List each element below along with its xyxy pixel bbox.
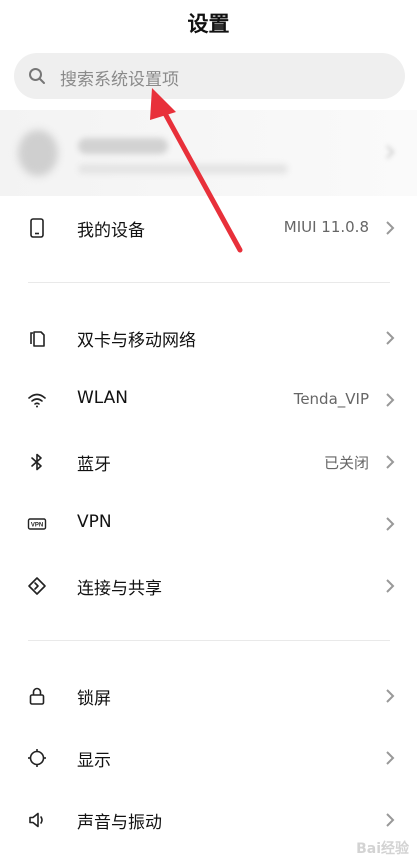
settings-item-bluetooth[interactable]: 蓝牙 已关闭 — [0, 434, 417, 490]
settings-item-label: 连接与共享 — [77, 579, 162, 599]
settings-item-label: 显示 — [77, 751, 111, 771]
settings-item-label: 锁屏 — [77, 689, 111, 709]
search-bar[interactable]: 搜索系统设置项 — [14, 53, 405, 99]
account-card[interactable] — [0, 110, 417, 196]
watermark: Bai经验 — [356, 841, 409, 857]
search-icon — [29, 68, 45, 84]
settings-item-label: 我的设备 — [77, 221, 145, 241]
account-name-blurred — [78, 138, 168, 154]
chevron-right-icon — [386, 689, 395, 703]
settings-item-dual-sim[interactable]: 双卡与移动网络 — [0, 310, 417, 366]
lock-icon — [29, 687, 45, 705]
settings-item-sound-vibration[interactable]: 声音与振动 — [0, 792, 417, 848]
settings-item-connection-sharing[interactable]: 连接与共享 — [0, 558, 417, 614]
chevron-right-icon — [386, 517, 395, 531]
section-divider — [28, 282, 390, 283]
account-subtitle-blurred — [78, 164, 288, 174]
section-divider — [28, 640, 390, 641]
phone-icon — [30, 218, 44, 238]
chevron-right-icon — [386, 145, 395, 159]
settings-item-value: 已关闭 — [323, 454, 369, 472]
search-placeholder: 搜索系统设置项 — [60, 70, 179, 90]
settings-item-label: WLAN — [77, 388, 129, 408]
settings-item-value: MIUI 11.0.8 — [283, 218, 369, 236]
chevron-right-icon — [386, 751, 395, 765]
speaker-icon — [29, 812, 43, 828]
settings-item-label: 蓝牙 — [77, 455, 111, 475]
settings-item-label: 声音与振动 — [77, 813, 162, 833]
wifi-icon — [28, 393, 46, 408]
share-connection-icon — [28, 577, 46, 595]
chevron-right-icon — [386, 393, 395, 407]
vpn-icon: VPN — [27, 518, 47, 530]
settings-item-lock-screen[interactable]: 锁屏 — [0, 668, 417, 724]
settings-item-value: Tenda_VIP — [293, 390, 369, 408]
settings-item-display[interactable]: 显示 — [0, 730, 417, 786]
settings-item-wlan[interactable]: WLAN Tenda_VIP — [0, 372, 417, 428]
brightness-icon — [28, 749, 46, 767]
bluetooth-icon — [31, 453, 42, 471]
chevron-right-icon — [386, 455, 395, 469]
svg-text:VPN: VPN — [31, 523, 43, 529]
chevron-right-icon — [386, 221, 395, 235]
chevron-right-icon — [386, 813, 395, 827]
settings-item-label: 双卡与移动网络 — [77, 331, 196, 351]
settings-item-my-device[interactable]: 我的设备 MIUI 11.0.8 — [0, 200, 417, 256]
page-title: 设置 — [187, 12, 230, 36]
settings-item-label: VPN — [77, 512, 112, 532]
chevron-right-icon — [386, 331, 395, 345]
settings-item-vpn[interactable]: VPN VPN — [0, 496, 417, 552]
chevron-right-icon — [386, 579, 395, 593]
dual-sim-icon — [30, 331, 45, 347]
avatar — [18, 130, 58, 176]
